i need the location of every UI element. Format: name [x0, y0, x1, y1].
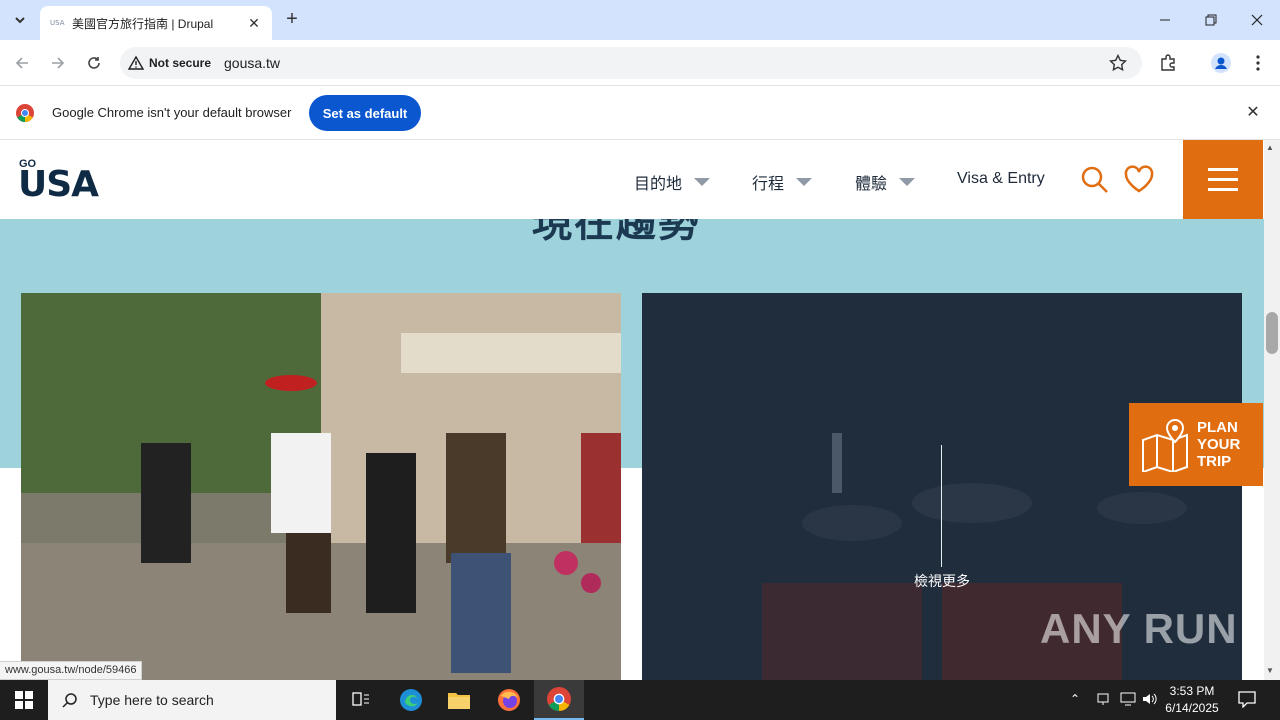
nav-label: 體驗	[855, 176, 888, 193]
reload-button[interactable]	[82, 51, 106, 75]
taskbar-firefox[interactable]	[484, 680, 534, 720]
reload-icon	[88, 57, 100, 69]
divider-line	[941, 445, 942, 567]
arrow-right-icon	[52, 57, 65, 69]
clock-time: 3:53 PM	[1169, 684, 1215, 698]
security-indicator[interactable]: Not secure	[128, 52, 211, 74]
minimize-button[interactable]	[1142, 6, 1188, 34]
windows-logo-icon	[15, 691, 33, 709]
anyrun-watermark: ANY RUN	[1040, 605, 1238, 652]
web-page: 現在趨勢 GO USA 目的地 行程 體驗 Visa & Entry 檢視更多 …	[0, 140, 1264, 680]
task-view-icon	[352, 692, 369, 706]
caret-down-icon	[694, 178, 711, 186]
volume-icon[interactable]	[1142, 692, 1158, 711]
search-icon	[1081, 166, 1108, 193]
set-default-button[interactable]: Set as default	[309, 95, 421, 131]
trending-card-photo[interactable]	[21, 293, 621, 680]
edge-icon	[400, 689, 422, 711]
profile-button[interactable]	[1209, 51, 1233, 75]
new-tab-button[interactable]: +	[282, 9, 302, 30]
browser-tab[interactable]: USA 美國官方旅行指南 | Drupal ✕	[40, 6, 272, 40]
close-window-button[interactable]	[1234, 6, 1280, 34]
chrome-menu-button[interactable]	[1246, 51, 1270, 75]
caret-down-icon	[899, 178, 916, 186]
notification-icon	[1238, 691, 1256, 709]
notification-center-button[interactable]	[1238, 690, 1256, 713]
scrollbar-thumb[interactable]	[1266, 312, 1278, 354]
festival-photo	[21, 293, 621, 680]
restore-icon	[1205, 14, 1217, 26]
taskbar-search-box[interactable]: Type here to search	[48, 680, 336, 720]
display-icon[interactable]	[1120, 692, 1136, 711]
firefox-icon	[498, 689, 520, 711]
nav-experiences[interactable]: 體驗	[855, 170, 916, 194]
taskbar-edge[interactable]	[386, 680, 436, 720]
site-logo[interactable]: USA	[18, 164, 99, 205]
scroll-down-arrow-icon[interactable]: ▼	[1266, 666, 1274, 675]
taskbar-file-explorer[interactable]	[434, 680, 484, 720]
nav-destinations[interactable]: 目的地	[634, 170, 711, 194]
favorites-button[interactable]	[1123, 165, 1155, 198]
heart-icon	[1124, 165, 1154, 193]
status-link-preview: www.gousa.tw/node/59466	[0, 661, 143, 680]
infobar-close-icon[interactable]: ✕	[1244, 104, 1262, 122]
tab-search-button[interactable]	[8, 8, 32, 32]
start-button[interactable]	[0, 680, 48, 720]
page-scrollbar[interactable]	[1264, 140, 1280, 680]
kebab-menu-icon	[1256, 55, 1260, 71]
restore-button[interactable]	[1188, 6, 1234, 34]
scroll-up-arrow-icon[interactable]: ▲	[1266, 143, 1274, 152]
avatar-icon	[1211, 53, 1231, 73]
search-placeholder: Type here to search	[90, 692, 214, 708]
infobar-message: Google Chrome isn't your default browser	[52, 105, 292, 120]
nav-label: Visa & Entry	[957, 170, 1045, 187]
warning-icon	[128, 55, 144, 70]
network-icon[interactable]	[1096, 692, 1110, 711]
chrome-icon	[547, 687, 571, 711]
url-text[interactable]: gousa.tw	[224, 55, 280, 71]
chevron-down-icon	[15, 17, 25, 24]
task-view-button[interactable]	[336, 680, 386, 720]
close-icon	[1251, 14, 1263, 26]
folder-icon	[448, 693, 470, 709]
minimize-icon	[1160, 19, 1170, 21]
clock-date: 6/14/2025	[1165, 701, 1219, 715]
nav-itineraries[interactable]: 行程	[752, 170, 813, 194]
puzzle-icon	[1161, 54, 1175, 71]
hamburger-menu-button[interactable]	[1183, 140, 1263, 219]
system-clock[interactable]: 3:53 PM 6/14/2025	[1160, 683, 1224, 717]
site-favicon: USA	[50, 19, 65, 27]
plan-your-trip-label: PLAN YOUR TRIP	[1197, 419, 1241, 470]
security-label: Not secure	[149, 56, 212, 70]
map-pin-icon	[1142, 418, 1188, 472]
forward-button[interactable]	[46, 51, 70, 75]
close-tab-icon[interactable]: ✕	[246, 15, 262, 32]
back-button[interactable]	[10, 51, 34, 75]
view-more-link[interactable]: 檢視更多	[912, 571, 972, 591]
plan-your-trip-button[interactable]: PLAN YOUR TRIP	[1129, 403, 1263, 486]
tab-title: 美國官方旅行指南 | Drupal	[72, 16, 214, 31]
nav-label: 行程	[752, 176, 785, 193]
chrome-logo-icon	[16, 104, 34, 127]
extensions-button[interactable]	[1156, 51, 1180, 75]
taskbar-chrome-active[interactable]	[534, 680, 584, 720]
arrow-left-icon	[15, 57, 28, 69]
site-search-button[interactable]	[1080, 165, 1110, 200]
site-header: GO USA 目的地 行程 體驗 Visa & Entry	[0, 140, 1264, 219]
nav-visa-entry[interactable]: Visa & Entry	[957, 170, 1045, 188]
system-tray-chevron-icon[interactable]: ⌃	[1070, 692, 1080, 706]
star-icon	[1109, 54, 1127, 72]
search-icon	[62, 693, 77, 708]
bookmark-button[interactable]	[1106, 51, 1130, 75]
caret-down-icon	[796, 178, 813, 186]
nav-label: 目的地	[634, 176, 683, 193]
